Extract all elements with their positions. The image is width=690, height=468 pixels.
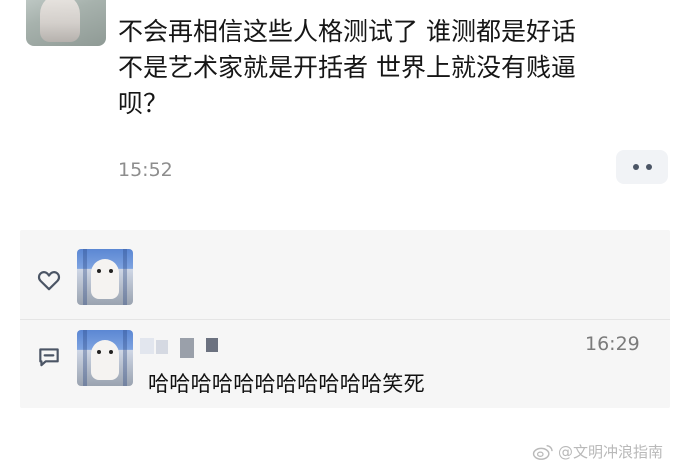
reply-timestamp: 16:29 xyxy=(585,333,640,355)
more-dot-icon xyxy=(632,164,639,170)
avatar-background-bar xyxy=(83,249,87,305)
bear-mascot xyxy=(91,259,119,299)
post-text: 不会再相信这些人格测试了 谁测都是好话 不是艺术家就是开括者 世界上就没有贱逼 … xyxy=(118,17,576,118)
post-timestamp: 15:52 xyxy=(118,159,173,181)
reply-text: 哈哈哈哈哈哈哈哈哈哈哈笑死 xyxy=(148,372,425,396)
mosaic-block xyxy=(180,338,194,358)
more-dot-icon xyxy=(645,164,652,170)
commenter-name-censored[interactable] xyxy=(140,338,220,358)
weibo-logo-icon xyxy=(532,444,553,460)
watermark: @文明冲浪指南 xyxy=(532,441,663,462)
poster-avatar[interactable] xyxy=(26,0,106,46)
mosaic-block xyxy=(156,340,168,354)
bear-mascot xyxy=(91,340,119,380)
heart-icon[interactable] xyxy=(36,267,62,293)
liker-avatar[interactable] xyxy=(77,249,133,305)
more-options-button[interactable] xyxy=(616,150,668,184)
mosaic-block xyxy=(140,338,154,354)
avatar-figure xyxy=(40,0,80,42)
avatar-background-bar xyxy=(123,249,127,305)
comment-icon[interactable] xyxy=(36,344,62,370)
mosaic-block xyxy=(206,338,218,352)
avatar-background-bar xyxy=(83,330,87,386)
watermark-text: @文明冲浪指南 xyxy=(558,443,664,461)
commenter-avatar[interactable] xyxy=(77,330,133,386)
avatar-background-bar xyxy=(123,330,127,386)
panel-divider xyxy=(20,319,670,320)
